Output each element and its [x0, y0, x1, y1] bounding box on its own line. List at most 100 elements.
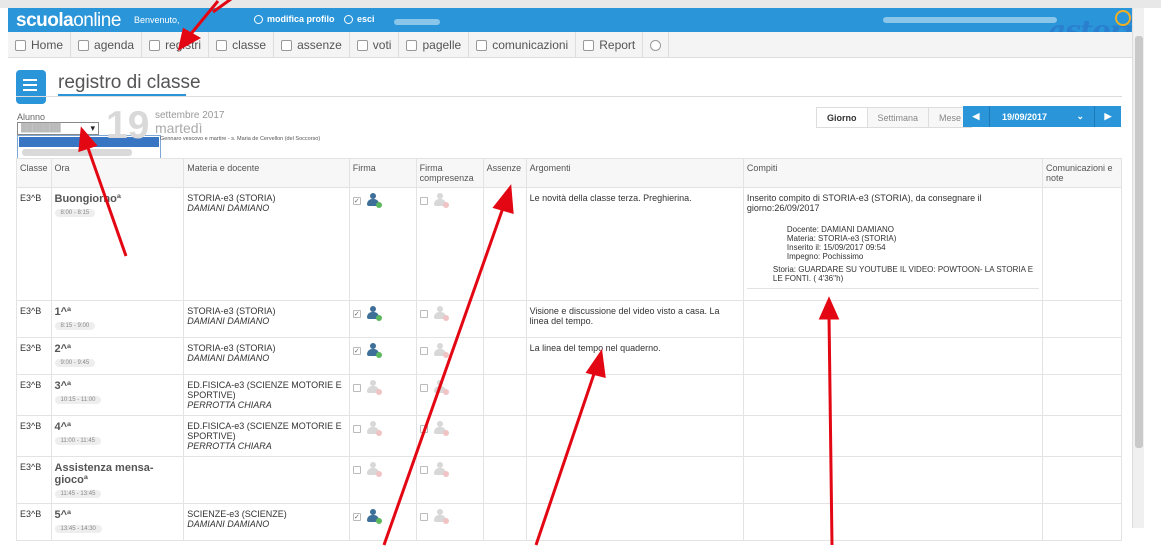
- teacher-name: DAMIANI DAMIANO: [187, 353, 270, 363]
- column-header: Firma: [348, 158, 417, 188]
- menu-item-voti[interactable]: voti: [350, 32, 400, 58]
- cosign-checkbox[interactable]: [419, 346, 428, 355]
- next-day-button[interactable]: ▶: [1095, 106, 1121, 127]
- absences-cell[interactable]: [482, 415, 527, 457]
- signature-checkbox[interactable]: ✓: [352, 512, 361, 521]
- menu-item-classe[interactable]: classe: [209, 32, 275, 58]
- table-row: E3^B 2^ª 9:00 - 9:45 STORIA-e3 (STORIA) DA…: [16, 337, 1122, 375]
- signature-checkbox[interactable]: ✓: [352, 309, 361, 318]
- topics-cell[interactable]: La linea del tempo nel quaderno.: [525, 337, 744, 375]
- teacher-sign-icon[interactable]: [366, 509, 382, 524]
- register-icon: [16, 70, 46, 104]
- profile-button[interactable]: modifica profilo: [254, 14, 335, 24]
- subject-cell: SCIENZE-e3 (SCIENZE) DAMIANI DAMIANO: [183, 503, 350, 541]
- absences-cell[interactable]: [482, 503, 527, 541]
- view-day-button[interactable]: Giorno: [817, 108, 868, 127]
- cosign-icon[interactable]: [433, 380, 449, 395]
- topics-cell[interactable]: [525, 415, 744, 457]
- teacher-sign-icon[interactable]: [366, 380, 382, 395]
- homework-cell[interactable]: [742, 503, 1044, 541]
- signature-checkbox[interactable]: ✓: [352, 346, 361, 355]
- topics-cell[interactable]: [525, 374, 744, 416]
- topics-cell[interactable]: [525, 456, 744, 504]
- notes-cell[interactable]: [1042, 415, 1122, 457]
- menu-item-comunicazioni[interactable]: comunicazioni: [469, 32, 577, 58]
- menu-item-help[interactable]: [643, 32, 670, 58]
- absences-cell[interactable]: [482, 456, 527, 504]
- cosign-icon[interactable]: [433, 306, 449, 321]
- cosign-icon[interactable]: [433, 421, 449, 436]
- signature-checkbox[interactable]: [352, 424, 361, 433]
- teacher-name: DAMIANI DAMIANO: [187, 203, 270, 213]
- homework-cell[interactable]: [742, 415, 1044, 457]
- column-header: Argomenti: [525, 158, 744, 188]
- table-row: E3^B 3^ª 10:15 - 11:00 ED.FISICA-e3 (SCIE…: [16, 374, 1122, 416]
- column-header: Assenze: [482, 158, 527, 188]
- class-cell: E3^B: [16, 337, 52, 375]
- menu-item-home[interactable]: Home: [8, 32, 72, 58]
- redacted-name: [394, 19, 440, 25]
- table-row: E3^B Buongiornoª 8:00 - 8:15 STORIA-e3 (S…: [16, 187, 1122, 301]
- notes-cell[interactable]: [1042, 337, 1122, 375]
- teacher-sign-icon[interactable]: [366, 306, 382, 321]
- homework-cell[interactable]: [742, 300, 1044, 338]
- homework-cell[interactable]: [742, 337, 1044, 375]
- cosign-icon[interactable]: [433, 462, 449, 477]
- menu-item-pagelle[interactable]: pagelle: [399, 32, 470, 58]
- dropdown-option[interactable]: [22, 149, 132, 156]
- hour-cell: 1^ª 8:15 - 9:00: [50, 300, 185, 338]
- signature-checkbox[interactable]: [352, 465, 361, 474]
- notes-cell[interactable]: [1042, 503, 1122, 541]
- notes-cell[interactable]: [1042, 456, 1122, 504]
- cosign-checkbox[interactable]: [419, 383, 428, 392]
- logout-button[interactable]: esci: [344, 14, 375, 24]
- signature-cell: ✓: [348, 503, 417, 541]
- alunno-select[interactable]: ███████: [17, 122, 99, 135]
- view-week-button[interactable]: Settimana: [867, 108, 930, 127]
- cosign-checkbox[interactable]: [419, 512, 428, 521]
- homework-cell[interactable]: [742, 456, 1044, 504]
- notes-cell[interactable]: [1042, 187, 1122, 301]
- notes-cell[interactable]: [1042, 300, 1122, 338]
- cosign-checkbox[interactable]: [419, 465, 428, 474]
- cosign-icon[interactable]: [433, 343, 449, 358]
- signature-checkbox[interactable]: ✓: [352, 196, 361, 205]
- cosign-cell: [415, 415, 484, 457]
- absences-cell[interactable]: [482, 300, 527, 338]
- column-header: Materia e docente: [183, 158, 350, 188]
- hour-cell: Assistenza mensa-giocoª 11:45 - 13:45: [50, 456, 185, 504]
- class-cell: E3^B: [16, 374, 52, 416]
- prev-day-button[interactable]: ◀: [963, 106, 989, 127]
- subject-name: STORIA-e3 (STORIA): [187, 306, 276, 316]
- homework-cell[interactable]: [742, 374, 1044, 416]
- hour-time: 11:00 - 11:45: [54, 437, 101, 445]
- cosign-icon[interactable]: [433, 509, 449, 524]
- scrollbar-thumb[interactable]: [1135, 36, 1143, 448]
- signature-cell: [348, 415, 417, 457]
- date-picker[interactable]: 19/09/2017 ⌄: [989, 106, 1095, 127]
- teacher-sign-icon[interactable]: [366, 193, 382, 208]
- hour-time: 11:45 - 13:45: [54, 490, 102, 498]
- menu-item-agenda[interactable]: agenda: [71, 32, 143, 58]
- menu-item-report[interactable]: Report: [576, 32, 644, 58]
- cosign-checkbox[interactable]: [419, 424, 428, 433]
- absences-cell[interactable]: [482, 337, 527, 375]
- cosign-checkbox[interactable]: [419, 309, 428, 318]
- topics-cell[interactable]: Le novità della classe terza. Preghierin…: [525, 187, 744, 301]
- menu-item-registri[interactable]: registri: [142, 32, 210, 58]
- absences-cell[interactable]: [482, 374, 527, 416]
- notes-cell[interactable]: [1042, 374, 1122, 416]
- teacher-sign-icon[interactable]: [366, 462, 382, 477]
- scrollbar[interactable]: [1132, 8, 1144, 528]
- absences-cell[interactable]: [482, 187, 527, 301]
- cosign-icon[interactable]: [433, 193, 449, 208]
- topics-cell[interactable]: Visione e discussione del video visto a …: [525, 300, 744, 338]
- cosign-checkbox[interactable]: [419, 196, 428, 205]
- teacher-sign-icon[interactable]: [366, 421, 382, 436]
- teacher-sign-icon[interactable]: [366, 343, 382, 358]
- signature-checkbox[interactable]: [352, 383, 361, 392]
- topics-cell[interactable]: [525, 503, 744, 541]
- menu-item-assenze[interactable]: assenze: [274, 32, 350, 58]
- homework-cell[interactable]: Inserito compito di STORIA-e3 (STORIA), …: [742, 187, 1044, 301]
- power-icon: [344, 14, 353, 24]
